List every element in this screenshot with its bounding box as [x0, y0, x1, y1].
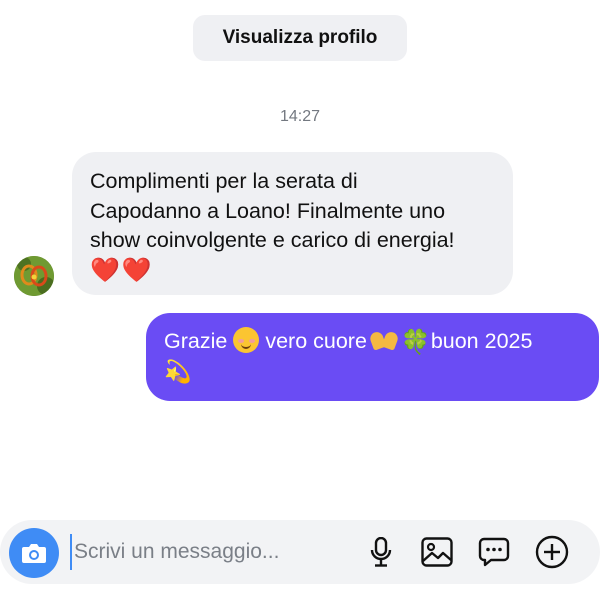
outgoing-text-part-2: vero cuore	[265, 329, 367, 353]
view-profile-button[interactable]: Visualizza profilo	[193, 15, 407, 61]
smiling-face-emoji-icon	[233, 327, 260, 353]
incoming-message-line-2: Capodanno a Loano! Finalmente uno	[90, 198, 446, 223]
gallery-button[interactable]	[419, 534, 455, 570]
avatar-flower-icon	[14, 256, 54, 296]
add-button[interactable]	[534, 534, 570, 570]
message-composer	[0, 520, 600, 584]
bottom-divider	[0, 593, 600, 600]
incoming-message-line-1: Complimenti per la serata di	[90, 169, 358, 193]
camera-icon	[22, 544, 46, 563]
incoming-message-line-3: show coinvolgente e carico di energia!	[90, 228, 455, 252]
image-icon	[421, 537, 453, 567]
contact-avatar[interactable]	[14, 256, 54, 296]
heart-emoji-icon: ❤️❤️	[90, 255, 154, 284]
outgoing-message-bubble[interactable]: Grazie vero cuore 🍀buon 2025 💫	[146, 313, 599, 401]
message-timestamp: 14:27	[279, 108, 321, 125]
four-leaf-clover-emoji-icon: 🍀	[400, 328, 431, 356]
chat-bubble-icon	[478, 537, 510, 567]
plus-icon	[535, 535, 569, 569]
microphone-button[interactable]	[363, 534, 399, 570]
chat-screen: Visualizza profilo 14:27 Complimenti per…	[0, 0, 600, 600]
incoming-message-bubble[interactable]: Complimenti per la serata di Capodanno a…	[72, 152, 513, 295]
microphone-icon	[370, 537, 392, 567]
outgoing-text-part-1: Grazie	[164, 329, 228, 353]
dizzy-emoji-icon: 💫	[164, 359, 192, 385]
camera-button[interactable]	[9, 528, 59, 578]
message-input[interactable]	[70, 534, 360, 570]
heart-hands-emoji-icon	[371, 330, 397, 352]
outgoing-text-part-3: buon 2025	[430, 329, 533, 353]
sticker-button[interactable]	[476, 534, 512, 570]
